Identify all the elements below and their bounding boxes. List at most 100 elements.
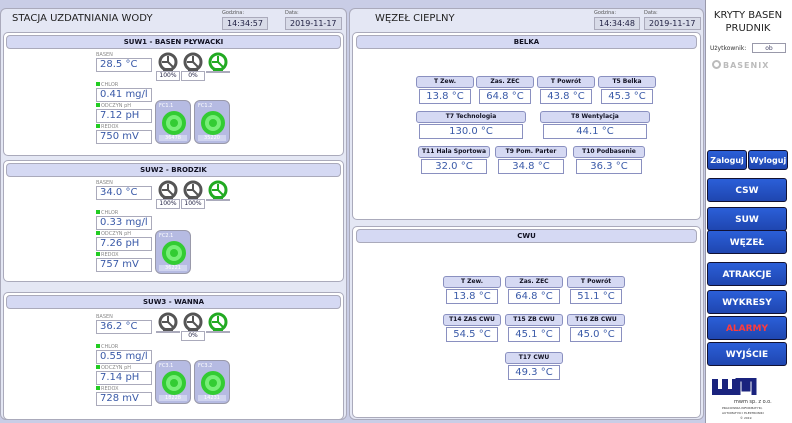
basenix-logo: BASENIX xyxy=(712,60,769,70)
suw1-filter-2-label: FC1.2 xyxy=(198,103,213,109)
belka-card-value: 43.8 °C xyxy=(540,89,592,104)
cwu-card: Zas. ZEC 64.8 °C xyxy=(505,276,563,304)
suw3-pump-1-value xyxy=(156,331,180,333)
belka-card: Zas. ZEC 64.8 °C xyxy=(476,76,534,104)
suw2-pump-2[interactable]: 100% xyxy=(181,180,205,209)
login-button[interactable]: Zaloguj xyxy=(707,150,747,170)
suw2-basen: BASEN 34.0 °C xyxy=(96,180,152,200)
suw3-pump-1[interactable] xyxy=(156,312,180,336)
suw3-pump-2[interactable]: 0% xyxy=(181,312,205,341)
suw1-pump-1[interactable]: 100% xyxy=(156,52,180,81)
belka-card: T5 Belka 45.3 °C xyxy=(598,76,656,104)
suw2-pump-2-value: 100% xyxy=(181,199,205,209)
belka-card-value: 44.1 °C xyxy=(543,124,647,139)
company-sub-2: AUTOMATYKI I ELEKTRONIKI xyxy=(722,411,764,415)
suw3-pump-3-value xyxy=(206,331,230,333)
user-field[interactable]: ob xyxy=(752,43,786,53)
cwu-card-value: 51.1 °C xyxy=(570,289,622,304)
side-title-2: PRUDNIK xyxy=(725,23,771,34)
suw1-pump-3[interactable] xyxy=(206,52,230,76)
logout-button[interactable]: Wyloguj xyxy=(748,150,788,170)
suw3-panel: SUW3 - WANNA BASEN 36.2 °C CHLOR 0.55 mg/l OD… xyxy=(0,292,346,420)
suw3-basen-value: 36.2 °C xyxy=(96,320,152,334)
suw3-filter-1[interactable]: FC3.1 18228 xyxy=(155,360,191,404)
suw3-ph: ODCZYN pH 7.14 pH xyxy=(96,365,152,385)
suw1-chlor: CHLOR 0.41 mg/l xyxy=(96,82,152,102)
belka-card-value: 64.8 °C xyxy=(479,89,531,104)
suw3-pump-2-value: 0% xyxy=(181,331,205,341)
nav-button-csw[interactable]: CSW xyxy=(707,178,787,202)
belka-card: T Powrót 43.8 °C xyxy=(537,76,595,104)
suw3-filter-1-icon xyxy=(162,371,186,395)
suw3-pump-3[interactable] xyxy=(206,312,230,336)
nav-button-węzeł-cieplny[interactable]: WĘZEŁ CIEPLNY xyxy=(707,230,787,272)
suw1-pump-2-value: 0% xyxy=(181,71,205,81)
pump-icon xyxy=(158,312,178,332)
cwu-card-label: T14 ZAS CWU xyxy=(443,314,501,326)
belka-card-value: 13.8 °C xyxy=(419,89,471,104)
suw1-basen: BASEN 28.5 °C xyxy=(96,52,152,72)
belka-card-label: T11 Hala Sportowa xyxy=(418,146,490,158)
suw1-pump-2[interactable]: 0% xyxy=(181,52,205,81)
suw1-chlor-value: 0.41 mg/l xyxy=(96,88,152,102)
cwu-card: T17 CWU 49.3 °C xyxy=(505,352,563,380)
cwu-card-value: 13.8 °C xyxy=(446,289,498,304)
pump-icon xyxy=(183,52,203,72)
suw2-ph-value: 7.26 pH xyxy=(96,237,152,251)
suw3-filter-1-value: 18228 xyxy=(159,395,187,401)
suw2-pump-3[interactable] xyxy=(206,180,230,204)
belka-card-label: T Zew. xyxy=(416,76,474,88)
nav-button-wyjście[interactable]: WYJŚCIE xyxy=(707,342,787,366)
belka-card-value: 34.8 °C xyxy=(498,159,564,174)
suw2-pump-1-value: 100% xyxy=(156,199,180,209)
suw2-pump-1[interactable]: 100% xyxy=(156,180,180,209)
suw1-filter-2[interactable]: FC1.2 35220 xyxy=(194,100,230,144)
suw2-basen-value: 34.0 °C xyxy=(96,186,152,200)
nav-button-atrakcje[interactable]: ATRAKCJE xyxy=(707,262,787,286)
pump-icon xyxy=(183,180,203,200)
cwu-card-value: 49.3 °C xyxy=(508,365,560,380)
cwu-card-value: 64.8 °C xyxy=(508,289,560,304)
belka-card-label: T9 Pom. Parter xyxy=(495,146,567,158)
suw3-filter-2[interactable]: FC3.2 14231 xyxy=(194,360,230,404)
cwu-card-value: 45.1 °C xyxy=(508,327,560,342)
right-time: Godzina: 14:34:48 xyxy=(594,10,640,30)
suw3-filter-2-label: FC3.2 xyxy=(198,363,213,369)
suw2-filter-1-label: FC2.1 xyxy=(159,233,174,239)
mwm-logo-icon xyxy=(712,376,757,395)
suw1-filter-2-value: 35220 xyxy=(198,135,226,141)
cwu-card-label: T Powrót xyxy=(567,276,625,288)
suw2-filter-1[interactable]: FC2.1 36221 xyxy=(155,230,191,274)
belka-card: T8 Wentylacja 44.1 °C xyxy=(540,111,650,139)
company-year: © 2019 xyxy=(740,416,752,420)
suw1-filter-1-icon xyxy=(162,111,186,135)
suw1-ph-value: 7.12 pH xyxy=(96,109,152,123)
pump-icon xyxy=(208,52,228,72)
belka-card-value: 130.0 °C xyxy=(419,124,523,139)
pump-icon xyxy=(208,180,228,200)
nav-button-wykresy[interactable]: WYKRESY xyxy=(707,290,787,314)
suw3-ph-value: 7.14 pH xyxy=(96,371,152,385)
suw1-filter-1[interactable]: FC1.1 36478 xyxy=(155,100,191,144)
suw3-title: SUW3 - WANNA xyxy=(6,295,341,309)
suw3-redox-value: 728 mV xyxy=(96,392,152,406)
suw3-filter-1-label: FC3.1 xyxy=(159,363,174,369)
belka-title: BELKA xyxy=(356,35,697,49)
mwm-logo xyxy=(711,376,761,400)
user-label: Użytkownik: xyxy=(710,45,747,52)
cwu-card-label: Zas. ZEC xyxy=(505,276,563,288)
nav-button-alarmy[interactable]: ALARMY xyxy=(707,316,787,340)
suw1-panel: SUW1 - BASEN PŁYWACKI BASEN 28.5 °C CHLOR 0.… xyxy=(0,32,346,156)
right-title: WĘZEŁ CIEPLNY xyxy=(375,13,455,24)
suw3-basen: BASEN 36.2 °C xyxy=(96,314,152,334)
suw3-chlor: CHLOR 0.55 mg/l xyxy=(96,344,152,364)
belka-card-label: T8 Wentylacja xyxy=(540,111,650,123)
belka-card-value: 32.0 °C xyxy=(421,159,487,174)
belka-card-label: T Powrót xyxy=(537,76,595,88)
suw2-pump-3-value xyxy=(206,199,230,201)
suw2-chlor-value: 0.33 mg/l xyxy=(96,216,152,230)
suw2-panel: SUW2 - BRODZIK BASEN 34.0 °C CHLOR 0.33 mg/l… xyxy=(0,160,346,282)
nav-button-suw[interactable]: SUW xyxy=(707,207,787,231)
belka-card: T11 Hala Sportowa 32.0 °C xyxy=(418,146,490,174)
left-date: Data: 2019-11-17 xyxy=(285,10,342,30)
